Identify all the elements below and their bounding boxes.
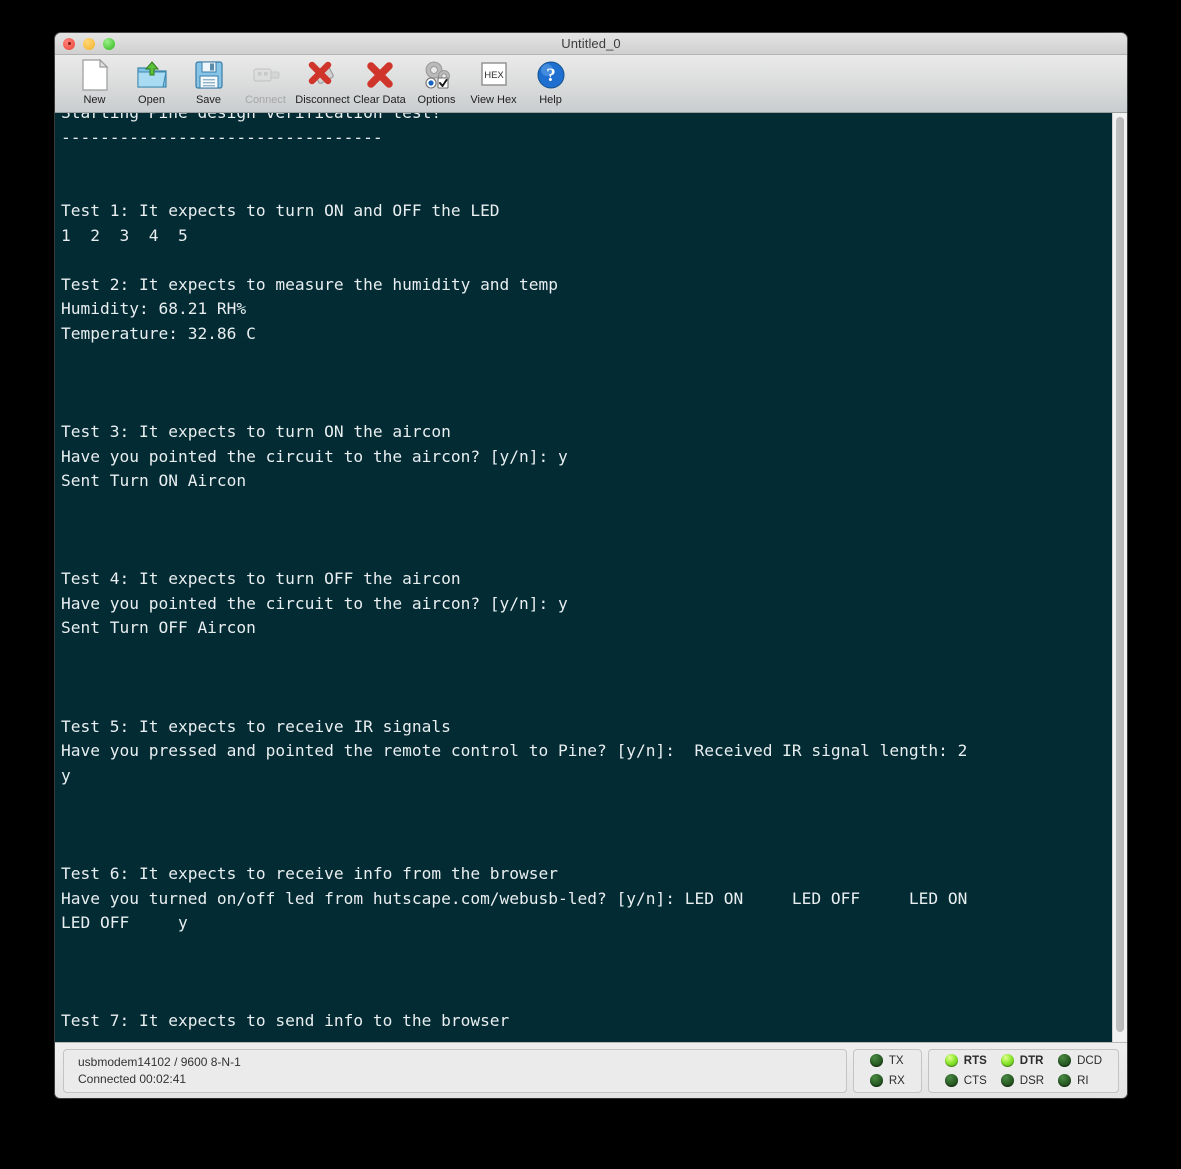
data-led-column: TX RX [863,1054,912,1087]
disconnect-button-label: Disconnect [295,94,350,106]
usb-plug-x-icon [305,59,341,91]
connect-button-label: Connect [245,94,286,106]
minimize-window-button[interactable] [83,37,95,50]
dcd-led-icon [1058,1054,1072,1067]
svg-text:?: ? [546,65,556,86]
options-button[interactable]: Options [408,57,465,111]
cts-led-icon [944,1074,958,1087]
dcd-led-label: DCD [1077,1054,1102,1067]
new-button[interactable]: New [66,57,123,111]
help-button-label: Help [539,94,562,106]
rx-led-label: RX [888,1074,905,1087]
clear-data-button[interactable]: Clear Data [351,57,408,111]
terminal-output[interactable]: Starting Pine design verification test! … [55,113,1112,1030]
open-button-label: Open [138,94,165,106]
led-cts: CTS [944,1074,987,1087]
traffic-light-group [63,37,115,50]
red-x-icon [362,59,398,91]
led-rts: RTS [944,1054,987,1067]
scrollbar-thumb[interactable] [1116,117,1124,1032]
gears-options-icon [419,59,455,91]
open-folder-icon [134,59,170,91]
rts-led-icon [944,1054,958,1067]
connection-status-text: Connected 00:02:41 [78,1072,187,1086]
ri-led-icon [1058,1074,1072,1087]
port-settings-text: usbmodem14102 / 9600 8-N-1 [78,1055,241,1069]
rts-led-label: RTS [963,1054,987,1067]
title-bar[interactable]: Untitled_0 [55,33,1127,55]
open-button[interactable]: Open [123,57,180,111]
tx-led-icon [869,1054,883,1067]
view-hex-button[interactable]: HEX View Hex [465,57,522,111]
led-dtr: DTR [1000,1054,1044,1067]
new-document-icon [77,59,113,91]
window-title: Untitled_0 [561,36,621,51]
led-ri: RI [1058,1074,1102,1087]
rts-cts-column: RTS CTS [938,1054,994,1087]
dtr-dsr-column: DTR DSR [994,1054,1051,1087]
tx-led-label: TX [888,1054,904,1067]
dcd-ri-column: DCD RI [1051,1054,1109,1087]
blue-question-icon: ? [533,59,569,91]
save-button-label: Save [195,94,222,106]
dtr-led-label: DTR [1019,1054,1044,1067]
save-button[interactable]: Save [180,57,237,111]
data-led-panel: TX RX [852,1048,922,1093]
cts-led-label: CTS [963,1074,987,1087]
zoom-window-button[interactable] [103,37,115,50]
terminal-area: Starting Pine design verification test! … [55,113,1127,1042]
usb-plug-icon [248,59,284,91]
connection-info-panel: usbmodem14102 / 9600 8-N-1 Connected 00:… [63,1048,847,1093]
control-led-panel: RTS CTS DTR DSR DCD RI [927,1048,1119,1093]
help-button[interactable]: ? Help [522,57,579,111]
new-button-label: New [83,94,106,106]
status-bar: usbmodem14102 / 9600 8-N-1 Connected 00:… [55,1042,1127,1098]
connect-button[interactable]: Connect [237,57,294,111]
led-tx: TX [869,1054,905,1067]
floppy-disk-icon [191,59,227,91]
led-dcd: DCD [1058,1054,1102,1067]
hex-box-icon: HEX [476,59,512,91]
application-window: Untitled_0 New Open Save Connect Disconn… [55,33,1127,1098]
view-hex-button-label: View Hex [470,94,517,106]
svg-text:HEX: HEX [484,70,504,81]
rx-led-icon [869,1074,883,1087]
dsr-led-icon [1000,1074,1014,1087]
led-rx: RX [869,1074,905,1087]
dsr-led-label: DSR [1019,1074,1045,1087]
options-button-label: Options [417,94,456,106]
terminal-scrollbar[interactable] [1112,113,1127,1042]
dtr-led-icon [1000,1054,1014,1067]
ri-led-label: RI [1077,1074,1089,1087]
close-window-button[interactable] [63,37,75,50]
disconnect-button[interactable]: Disconnect [294,57,351,111]
clear-data-button-label: Clear Data [353,94,406,106]
toolbar: New Open Save Connect Disconnect Clear D… [55,55,1127,113]
led-dsr: DSR [1000,1074,1045,1087]
